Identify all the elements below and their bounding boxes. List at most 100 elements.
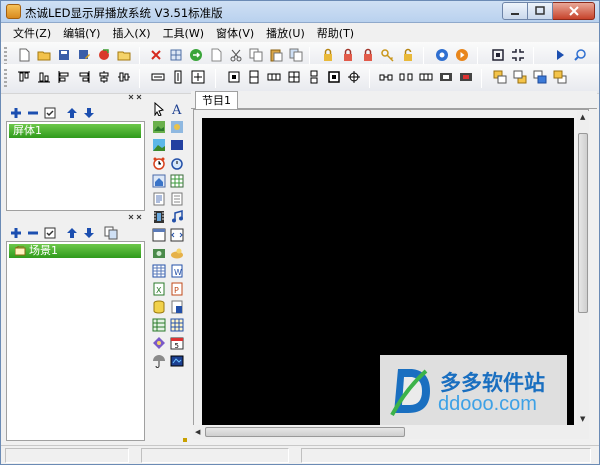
timer-icon[interactable] (170, 156, 184, 170)
folder-button[interactable] (115, 46, 133, 64)
record-button[interactable] (95, 46, 113, 64)
photo-icon[interactable] (152, 138, 166, 152)
hspace-equal-button[interactable] (417, 68, 435, 86)
align-left-button[interactable] (55, 68, 73, 86)
delete-button[interactable] (147, 46, 165, 64)
horizontal-scroll-thumb[interactable] (205, 427, 405, 437)
check-screen-button[interactable] (43, 106, 57, 120)
scene-down-button[interactable] (82, 226, 96, 240)
lock-button-3[interactable] (359, 46, 377, 64)
minimize-button[interactable] (502, 2, 528, 20)
grid-button[interactable] (167, 46, 185, 64)
align-right-button[interactable] (75, 68, 93, 86)
scroll-left-icon[interactable]: ◀ (195, 428, 200, 436)
actual-size-button[interactable] (509, 46, 527, 64)
key-button[interactable] (379, 46, 397, 64)
move-down-button[interactable] (82, 106, 96, 120)
text-icon[interactable]: A (170, 102, 184, 116)
stack-button[interactable] (305, 68, 323, 86)
ppt-icon[interactable]: P (170, 282, 184, 296)
flash-icon[interactable] (170, 300, 184, 314)
lock-button-2[interactable] (339, 46, 357, 64)
remove-scene-button[interactable] (26, 226, 40, 240)
table-icon[interactable] (170, 318, 184, 332)
document-text-icon[interactable] (152, 192, 166, 206)
paste-button[interactable] (267, 46, 285, 64)
fit-button[interactable] (489, 46, 507, 64)
align-hcenter-button[interactable] (95, 68, 113, 86)
layer-up-button[interactable] (531, 68, 549, 86)
hspace-inc-button[interactable] (397, 68, 415, 86)
search-button[interactable] (571, 46, 589, 64)
tv-icon[interactable] (170, 354, 184, 368)
image-icon[interactable] (152, 120, 166, 134)
lock-button-1[interactable] (319, 46, 337, 64)
menu-insert[interactable]: 插入(X) (106, 25, 156, 41)
space-h-button[interactable] (265, 68, 283, 86)
pointer-icon[interactable] (152, 102, 166, 116)
menu-play[interactable]: 播放(U) (260, 25, 311, 41)
same-size-button[interactable] (189, 68, 207, 86)
maximize-button[interactable] (528, 2, 553, 20)
save-button[interactable] (55, 46, 73, 64)
title-bar[interactable]: 杰诚LED显示屏播放系统 V3.51标准版 (1, 1, 599, 23)
play-button[interactable] (433, 46, 451, 64)
add-screen-button[interactable] (9, 106, 23, 120)
video-icon[interactable] (152, 210, 166, 224)
add-scene-button[interactable] (9, 226, 23, 240)
vertical-scrollbar[interactable]: ▲ ▼ (577, 111, 589, 439)
panel-close-icon[interactable] (127, 213, 143, 222)
music-icon[interactable] (170, 210, 184, 224)
move-up-button[interactable] (65, 106, 79, 120)
cut-button[interactable] (227, 46, 245, 64)
panel-close-icon[interactable] (127, 93, 143, 102)
scene-list-item[interactable]: 场景1 (9, 244, 141, 258)
shapes-icon[interactable] (152, 336, 166, 350)
layer-front-button[interactable] (491, 68, 509, 86)
calendar-icon[interactable]: 5 (170, 336, 184, 350)
close-button[interactable] (553, 2, 595, 20)
play-forward-button[interactable] (453, 46, 471, 64)
picture-icon[interactable] (170, 120, 184, 134)
rectangle-icon[interactable] (170, 138, 184, 152)
toolbar-grip[interactable] (4, 69, 7, 89)
space-v-button[interactable] (285, 68, 303, 86)
menu-file[interactable]: 文件(Z) (7, 25, 57, 41)
copy-button[interactable] (247, 46, 265, 64)
word-doc-icon[interactable]: W (170, 264, 184, 278)
same-height-button[interactable] (169, 68, 187, 86)
open-file-button[interactable] (35, 46, 53, 64)
unlock-button[interactable] (399, 46, 417, 64)
camera-icon[interactable] (152, 246, 166, 260)
window-icon[interactable] (152, 228, 166, 242)
database-icon[interactable] (152, 300, 166, 314)
home-icon[interactable] (152, 174, 166, 188)
remove-screen-button[interactable] (26, 106, 40, 120)
weather-icon[interactable] (170, 246, 184, 260)
screen-panel-header[interactable] (6, 93, 145, 103)
umbrella-icon[interactable] (152, 354, 166, 368)
refresh-button[interactable] (187, 46, 205, 64)
align-vcenter-button[interactable] (115, 68, 133, 86)
check-scene-button[interactable] (43, 226, 57, 240)
excel-icon[interactable]: X (152, 282, 166, 296)
horizontal-scrollbar[interactable]: ◀ (193, 425, 589, 439)
spreadsheet-icon[interactable] (152, 264, 166, 278)
scene-up-button[interactable] (65, 226, 79, 240)
distribute-v-button[interactable] (245, 68, 263, 86)
new-file-button[interactable] (15, 46, 33, 64)
scene-panel-header[interactable] (6, 213, 145, 223)
scroll-down-icon[interactable]: ▼ (580, 415, 585, 423)
duplicate-button[interactable] (287, 46, 305, 64)
grid-sheet-icon[interactable] (152, 318, 166, 332)
table-grid-icon[interactable] (170, 174, 184, 188)
copy-doc-button[interactable] (207, 46, 225, 64)
screen-list-item[interactable]: 屏体1 (9, 124, 141, 138)
menu-edit[interactable]: 编辑(Y) (57, 25, 106, 41)
layer-down-button[interactable] (551, 68, 569, 86)
clock-icon[interactable] (152, 156, 166, 170)
align-bottom-button[interactable] (35, 68, 53, 86)
html-icon[interactable] (170, 228, 184, 242)
tab-program-1[interactable]: 节目1 (195, 91, 238, 109)
run-button[interactable] (551, 46, 569, 64)
